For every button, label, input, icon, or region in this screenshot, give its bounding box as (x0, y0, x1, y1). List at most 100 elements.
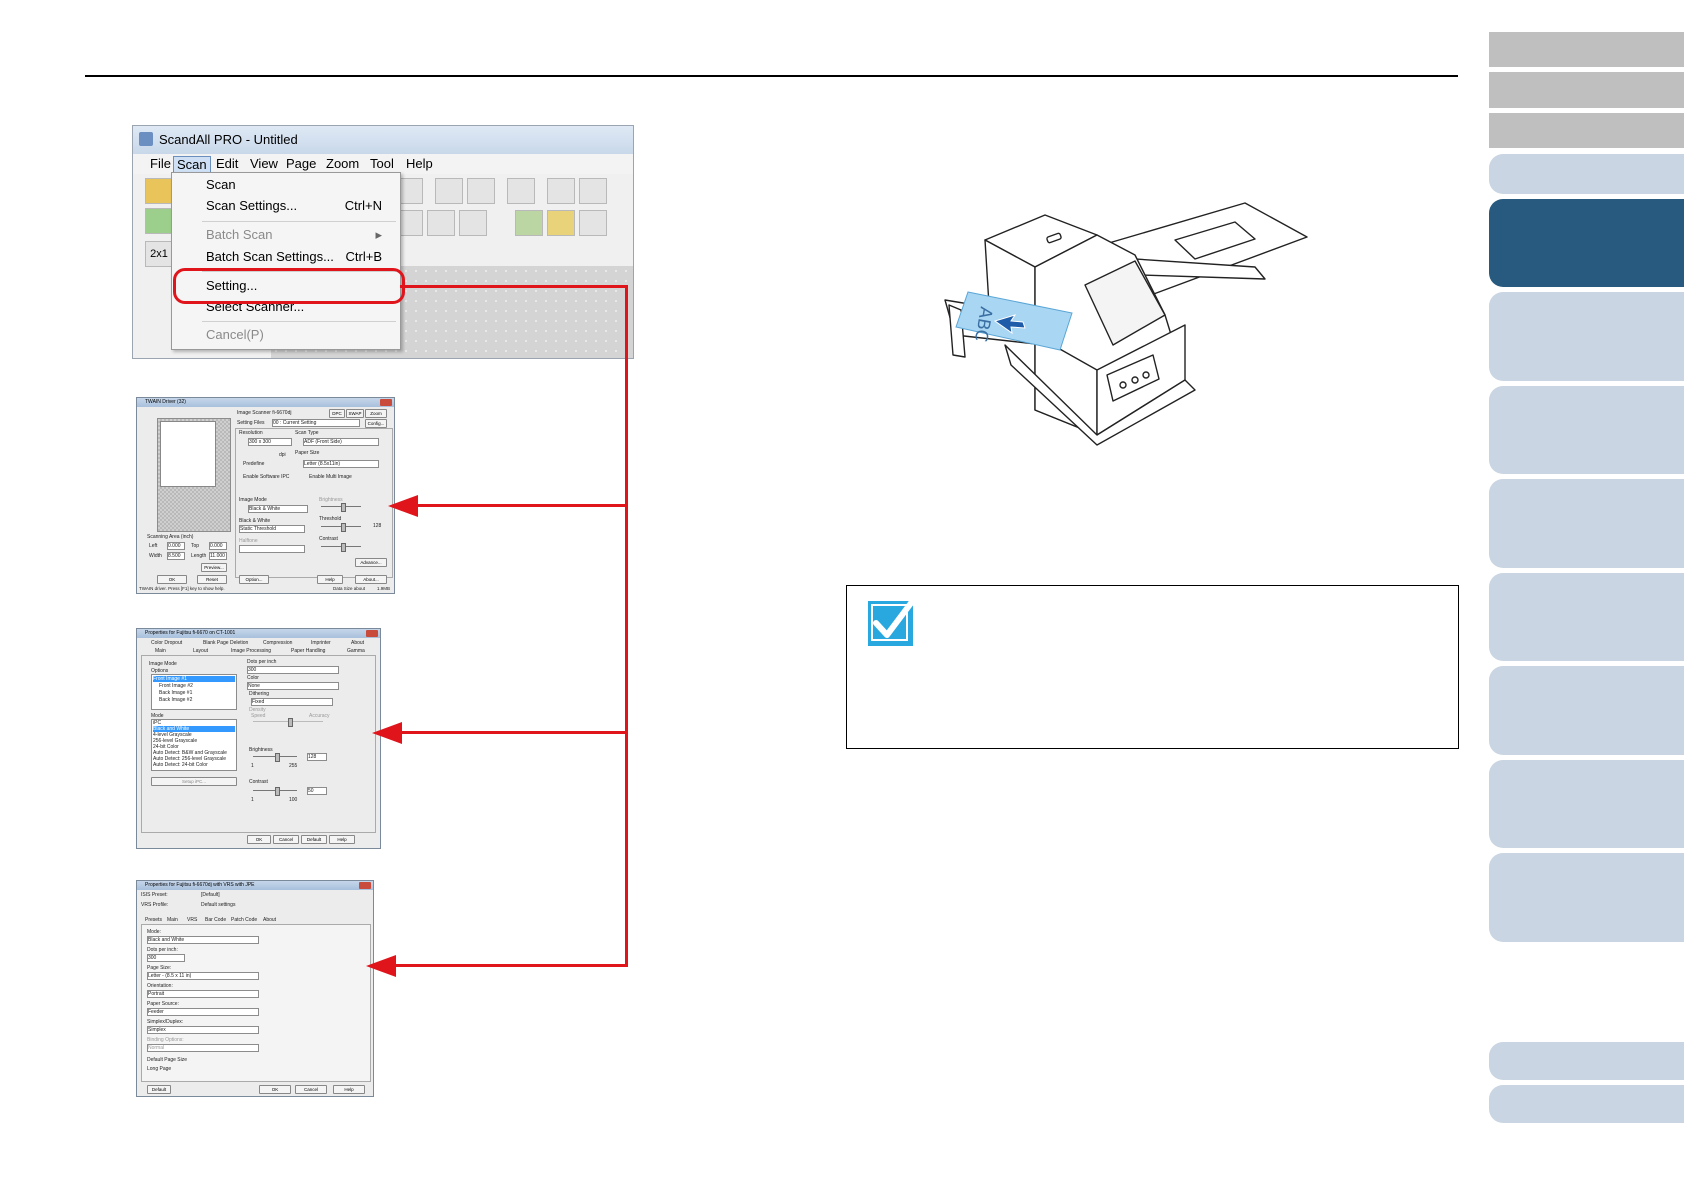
delete-page-icon[interactable] (507, 178, 535, 204)
zoom-button[interactable]: Zoom (365, 409, 387, 418)
dpc-button[interactable]: DPC (329, 409, 345, 418)
isis-preset-value[interactable]: [Default] (201, 892, 220, 898)
tab-patch-code[interactable]: Patch Code (231, 917, 257, 923)
setting-files-select[interactable]: 00 : Current Setting (272, 419, 360, 427)
resolution-select[interactable]: 300 x 300 (248, 438, 292, 446)
rotate-left-icon[interactable] (435, 178, 463, 204)
threshold-slider[interactable] (321, 523, 361, 532)
menu-file[interactable]: File (147, 156, 174, 172)
default-page-size-checkbox[interactable]: Default Page Size (147, 1057, 187, 1063)
option-front-image-1[interactable]: Front Image #1 (153, 676, 235, 682)
close-icon[interactable] (380, 399, 392, 406)
vrs-cancel-button[interactable]: Cancel (295, 1085, 327, 1094)
tab-about[interactable]: About (351, 640, 364, 646)
tab-compression[interactable]: Compression (263, 640, 292, 646)
mode-select[interactable]: Black and White (147, 936, 259, 944)
long-page-checkbox[interactable]: Long Page (147, 1066, 171, 1072)
nav-tab-bottom-1[interactable] (1489, 1042, 1684, 1080)
close-icon[interactable] (366, 630, 378, 637)
scanner-tool-icon[interactable] (515, 210, 543, 236)
enable-software-ipc-checkbox[interactable]: Enable Software IPC (243, 474, 289, 480)
vrs-ok-button[interactable]: OK (259, 1085, 291, 1094)
menu-page[interactable]: Page (283, 156, 319, 172)
option-back-image-1[interactable]: Back Image #1 (159, 690, 192, 696)
mode-list[interactable]: iPC Black and White 4-level Grayscale 25… (151, 719, 237, 771)
menu-item-batch-scan-settings[interactable]: Batch Scan Settings... (206, 247, 334, 267)
nav-tab-active[interactable] (1489, 199, 1684, 287)
contrast-slider[interactable] (321, 543, 361, 552)
twain-reset-button[interactable]: Reset (197, 575, 227, 584)
paper-source-select[interactable]: Feeder (147, 1008, 259, 1016)
page-tool-icon-3[interactable] (427, 210, 455, 236)
nav-tab-7[interactable] (1489, 666, 1684, 755)
left-input[interactable]: 0.000 (167, 542, 185, 550)
tab-vrs[interactable]: VRS (187, 917, 197, 923)
rotate-right-icon[interactable] (467, 178, 495, 204)
vrs-help-button[interactable]: Help (333, 1085, 365, 1094)
tab-main[interactable]: Main (155, 648, 166, 654)
tab-main[interactable]: Main (167, 917, 178, 923)
brightness-slider[interactable] (321, 503, 361, 512)
isis-cancel-button[interactable]: Cancel (273, 835, 299, 844)
threshold-mode-select[interactable]: Static Threshold (239, 525, 305, 533)
scan-type-select[interactable]: ADF (Front Side) (303, 438, 379, 446)
menu-item-scan-settings[interactable]: Scan Settings... (206, 196, 297, 216)
predefine-checkbox[interactable]: Predefine (243, 461, 264, 467)
menu-zoom[interactable]: Zoom (323, 156, 362, 172)
twain-ok-button[interactable]: OK (157, 575, 187, 584)
nav-tab-6[interactable] (1489, 573, 1684, 661)
dpi-select[interactable]: 300 (147, 954, 185, 962)
nav-tab-8[interactable] (1489, 760, 1684, 848)
vrs-profile-value[interactable]: Default settings (201, 902, 235, 908)
tab-blank-page-deletion[interactable]: Blank Page Deletion (203, 640, 248, 646)
orientation-select[interactable]: Portrait (147, 990, 259, 998)
nav-tab-9[interactable] (1489, 853, 1684, 942)
first-page-icon[interactable] (547, 178, 575, 204)
menu-item-scan[interactable]: Scan (206, 175, 236, 195)
swap-button[interactable]: SWAP (346, 409, 364, 418)
twain-option-button[interactable]: Option... (239, 575, 269, 584)
option-back-image-2[interactable]: Back Image #2 (159, 697, 192, 703)
isis-default-button[interactable]: Default (301, 835, 327, 844)
color-select[interactable]: None (247, 682, 339, 690)
page-tool-icon-5[interactable] (579, 210, 607, 236)
nav-tab-1[interactable] (1489, 154, 1684, 194)
length-input[interactable]: 11.000 (209, 552, 227, 560)
zoom-2x1-button[interactable]: 2x1 (145, 241, 173, 267)
tab-image-processing[interactable]: Image Processing (231, 648, 271, 654)
nav-tab-3[interactable] (1489, 292, 1684, 381)
mode-item[interactable]: Auto Detect: 24-bit Color (153, 762, 208, 768)
options-list[interactable]: Front Image #1 Front Image #2 Back Image… (151, 674, 237, 710)
halftone-select[interactable] (239, 545, 305, 553)
nav-tab-5[interactable] (1489, 479, 1684, 568)
page-size-select[interactable]: Letter - (8.5 x 11 in) (147, 972, 259, 980)
isis-ok-button[interactable]: OK (247, 835, 271, 844)
menu-edit[interactable]: Edit (213, 156, 241, 172)
paper-size-select[interactable]: Letter (8.5x11in) (303, 460, 379, 468)
config-button[interactable]: Config... (365, 419, 387, 428)
option-front-image-2[interactable]: Front Image #2 (159, 683, 193, 689)
tab-gamma[interactable]: Gamma (347, 648, 365, 654)
tab-paper-handling[interactable]: Paper Handling (291, 648, 325, 654)
width-input[interactable]: 8.500 (167, 552, 185, 560)
nav-tab-top-3[interactable] (1489, 113, 1684, 148)
close-icon[interactable] (359, 882, 371, 889)
setup-ipc-button[interactable]: Setup iPC... (151, 777, 237, 786)
menu-tool[interactable]: Tool (367, 156, 397, 172)
brightness-slider[interactable] (253, 753, 297, 762)
tab-presets[interactable]: Presets (145, 917, 162, 923)
enable-multi-image-checkbox[interactable]: Enable Multi Image (309, 474, 352, 480)
contrast-slider[interactable] (253, 787, 297, 796)
nav-tab-top-2[interactable] (1489, 72, 1684, 108)
nav-tab-bottom-2[interactable] (1489, 1085, 1684, 1123)
dpi-select[interactable]: 300 (247, 666, 339, 674)
scan-tool-icon[interactable] (145, 178, 173, 204)
page-tool-icon-4[interactable] (459, 210, 487, 236)
dithering-select[interactable]: Fixed (251, 698, 333, 706)
advance-button[interactable]: Advance... (355, 558, 387, 567)
top-input[interactable]: 0.000 (209, 542, 227, 550)
transfer-tool-icon[interactable] (547, 210, 575, 236)
twain-help-button[interactable]: Help (317, 575, 343, 584)
preview-button[interactable]: Preview... (201, 563, 227, 572)
preview-area[interactable] (157, 418, 231, 532)
